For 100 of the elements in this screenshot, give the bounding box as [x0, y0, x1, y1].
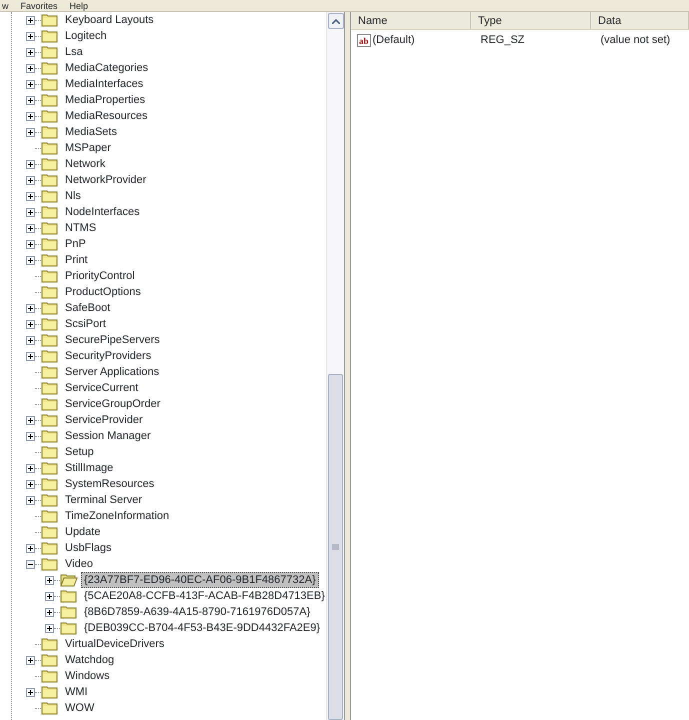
expand-icon[interactable]: [26, 48, 35, 56]
tree-item[interactable]: Nls: [62, 188, 84, 204]
expand-icon[interactable]: [26, 80, 35, 88]
tree-item[interactable]: PriorityControl: [62, 268, 138, 284]
expand-icon[interactable]: [26, 224, 35, 232]
tree-item[interactable]: {DEB039CC-B704-4F53-B43E-9DD4432FA2E9}: [81, 620, 324, 636]
tree-item[interactable]: Keyboard Layouts: [62, 12, 157, 28]
expand-icon[interactable]: [26, 496, 35, 504]
value-data: (value not set): [600, 33, 670, 48]
tree-item[interactable]: MediaProperties: [62, 92, 148, 108]
menu-item[interactable]: w: [2, 0, 8, 11]
folder-icon: [41, 317, 59, 331]
tree-item[interactable]: Print: [62, 252, 91, 268]
tree-item[interactable]: SystemResources: [62, 476, 158, 492]
folder-icon: [60, 621, 78, 635]
tree-item[interactable]: Setup: [62, 444, 97, 460]
menu-item[interactable]: Favorites: [20, 0, 58, 11]
tree-item[interactable]: ProductOptions: [62, 284, 144, 300]
chevron-up-icon: [332, 18, 340, 24]
expand-icon[interactable]: [26, 160, 35, 168]
tree-item[interactable]: StillImage: [62, 460, 116, 476]
tree-item[interactable]: Update: [62, 524, 104, 540]
expand-icon[interactable]: [26, 192, 35, 200]
expand-icon[interactable]: [26, 256, 35, 264]
folder-icon: [41, 701, 59, 715]
tree-item[interactable]: SecurePipeServers: [62, 332, 163, 348]
expand-icon[interactable]: [26, 688, 35, 696]
folder-icon: [41, 189, 59, 203]
folder-icon: [41, 669, 59, 683]
scroll-up-button[interactable]: [328, 13, 344, 29]
tree-item[interactable]: Watchdog: [62, 652, 118, 668]
expand-icon[interactable]: [45, 608, 54, 616]
tree-item[interactable]: MediaCategories: [62, 60, 152, 76]
tree-item[interactable]: MediaSets: [62, 124, 120, 140]
tree-item[interactable]: {8B6D7859-A639-4A15-8790-7161976D057A}: [81, 604, 314, 620]
column-header[interactable]: Data: [591, 12, 689, 29]
expand-icon[interactable]: [26, 208, 35, 216]
expand-icon[interactable]: [45, 576, 54, 584]
tree-item[interactable]: Lsa: [62, 44, 86, 60]
tree-item[interactable]: MediaInterfaces: [62, 76, 146, 92]
expand-icon[interactable]: [45, 592, 54, 600]
expand-icon[interactable]: [26, 336, 35, 344]
tree-item[interactable]: ServiceProvider: [62, 412, 146, 428]
expand-icon[interactable]: [26, 416, 35, 424]
folder-icon: [41, 157, 59, 171]
expand-icon[interactable]: [26, 16, 35, 24]
tree-item[interactable]: NTMS: [62, 220, 100, 236]
tree-item[interactable]: SecurityProviders: [62, 348, 154, 364]
column-header[interactable]: Name: [351, 12, 471, 29]
tree-item[interactable]: VirtualDeviceDrivers: [62, 636, 168, 652]
expand-icon[interactable]: [26, 112, 35, 120]
value-name[interactable]: (Default): [372, 32, 477, 49]
folder-icon: [41, 173, 59, 187]
tree-item[interactable]: {23A77BF7-ED96-40EC-AF06-9B1F4867732A}: [81, 572, 319, 588]
tree-item[interactable]: {5CAE20A8-CCFB-413F-ACAB-F4B28D4713EB}: [81, 588, 326, 604]
tree-item[interactable]: UsbFlags: [62, 540, 114, 556]
expand-icon[interactable]: [26, 240, 35, 248]
expand-icon[interactable]: [26, 64, 35, 72]
scrollbar[interactable]: [326, 12, 344, 720]
collapse-icon[interactable]: [26, 560, 35, 568]
expand-icon[interactable]: [26, 352, 35, 360]
expand-icon[interactable]: [26, 432, 35, 440]
menu-item[interactable]: Help: [70, 0, 88, 11]
tree-item[interactable]: ServiceGroupOrder: [62, 396, 164, 412]
expand-icon[interactable]: [26, 128, 35, 136]
tree-item[interactable]: ScsiPort: [62, 316, 109, 332]
folder-icon: [41, 525, 59, 539]
tree-item[interactable]: Logitech: [62, 28, 110, 44]
expand-icon[interactable]: [26, 176, 35, 184]
tree-item[interactable]: TimeZoneInformation: [62, 508, 172, 524]
tree-item[interactable]: Terminal Server: [62, 492, 146, 508]
expand-icon[interactable]: [26, 304, 35, 312]
tree-item[interactable]: Windows: [62, 668, 113, 684]
expand-icon[interactable]: [26, 480, 35, 488]
tree-item[interactable]: Session Manager: [62, 428, 154, 444]
column-header[interactable]: Type: [471, 12, 591, 29]
tree-item[interactable]: MSPaper: [62, 140, 114, 156]
scroll-thumb[interactable]: [328, 374, 343, 720]
folder-icon: [41, 125, 59, 139]
tree-item[interactable]: NodeInterfaces: [62, 204, 143, 220]
folder-icon: [41, 221, 59, 235]
tree-item[interactable]: PnP: [62, 236, 89, 252]
tree-item[interactable]: ServiceCurrent: [62, 380, 142, 396]
expand-icon[interactable]: [26, 464, 35, 472]
expand-icon[interactable]: [26, 96, 35, 104]
folder-icon: [41, 557, 59, 571]
tree-item[interactable]: Network: [62, 156, 108, 172]
tree-item[interactable]: WMI: [62, 684, 91, 700]
folder-icon: [41, 429, 59, 443]
expand-icon[interactable]: [26, 32, 35, 40]
tree-item[interactable]: SafeBoot: [62, 300, 114, 316]
expand-icon[interactable]: [26, 320, 35, 328]
tree-item[interactable]: NetworkProvider: [62, 172, 150, 188]
tree-item[interactable]: MediaResources: [62, 108, 151, 124]
tree-item[interactable]: WOW: [62, 700, 98, 716]
expand-icon[interactable]: [45, 624, 54, 632]
expand-icon[interactable]: [26, 544, 35, 552]
tree-item[interactable]: Server Applications: [62, 364, 162, 380]
tree-item[interactable]: Video: [62, 556, 96, 572]
expand-icon[interactable]: [26, 656, 35, 664]
